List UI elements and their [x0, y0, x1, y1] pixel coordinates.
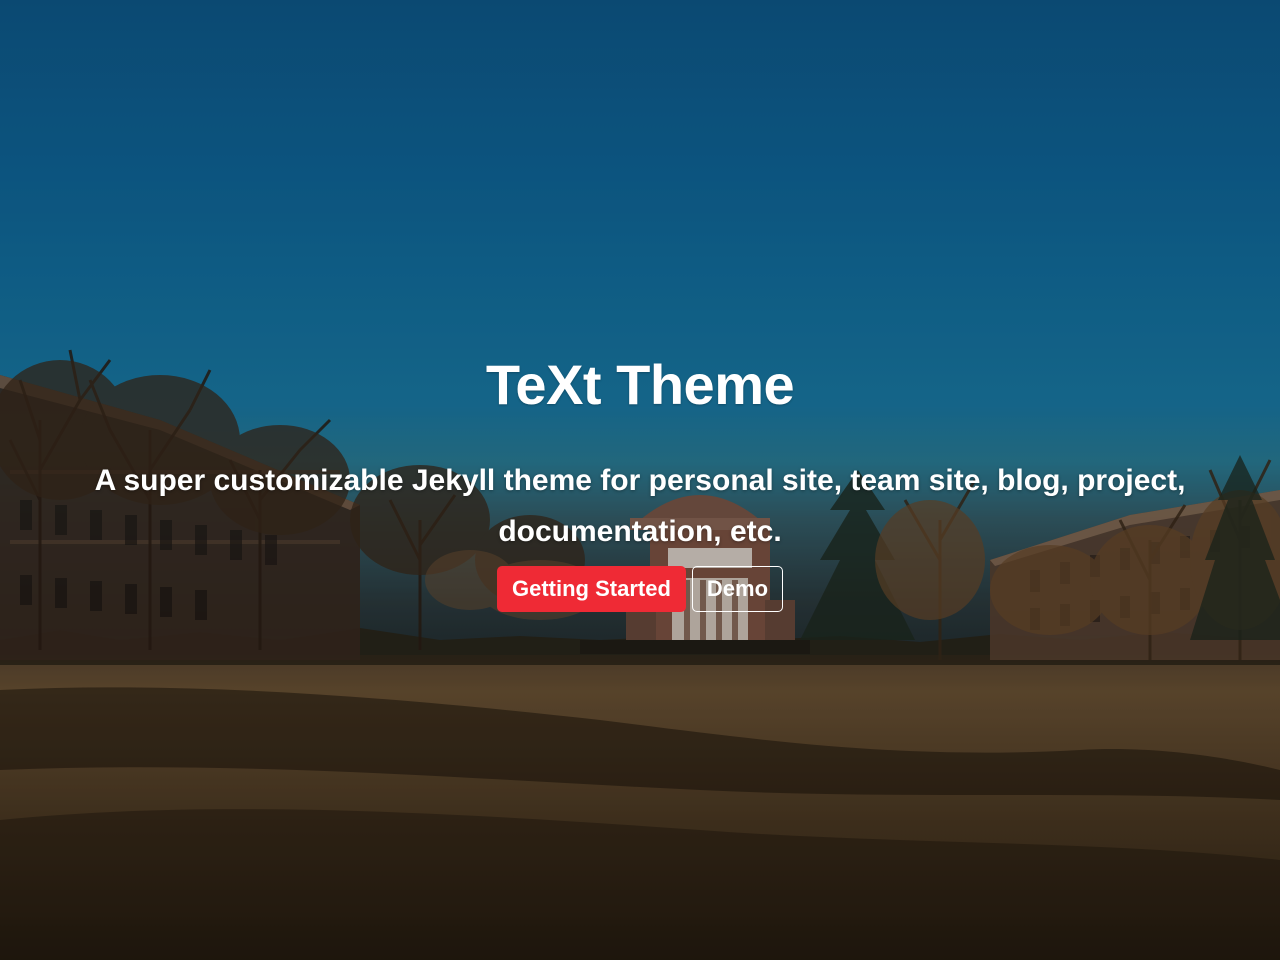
hero-content: TeXt Theme A super customizable Jekyll t…	[0, 345, 1280, 612]
demo-button[interactable]: Demo	[691, 566, 784, 612]
getting-started-button[interactable]: Getting Started	[496, 566, 686, 612]
hero-title: TeXt Theme	[485, 353, 795, 416]
hero-subtitle: A super customizable Jekyll theme for pe…	[94, 464, 1186, 548]
hero-section: TeXt Theme A super customizable Jekyll t…	[0, 0, 1280, 960]
hero-actions: Getting Started Demo	[0, 566, 1280, 612]
